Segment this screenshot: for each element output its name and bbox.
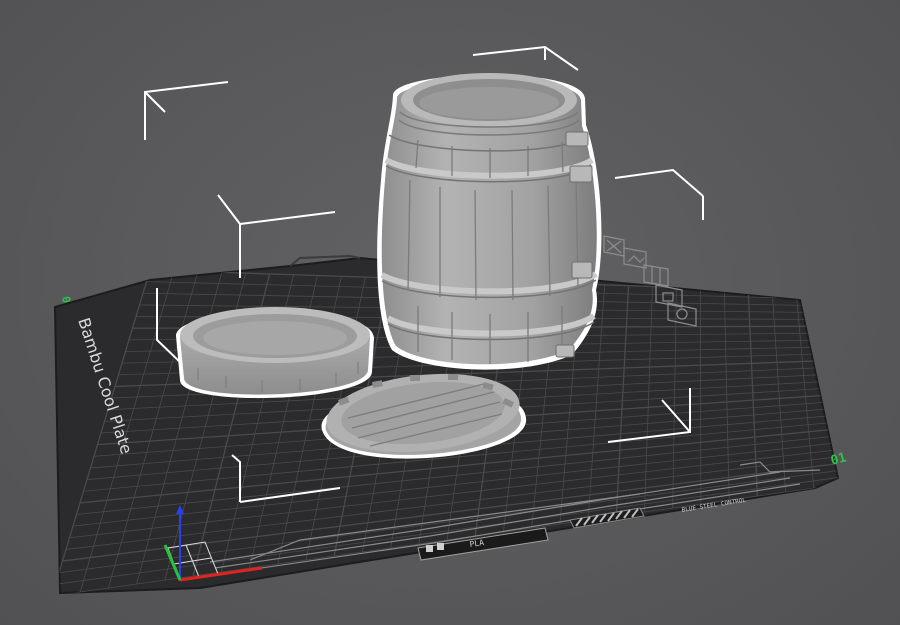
lid-object[interactable] bbox=[176, 307, 374, 399]
3d-viewport[interactable]: PLA BLUE STEEL CONTROL Bambu Cool Plate … bbox=[0, 0, 900, 625]
grid-icon bbox=[643, 264, 669, 287]
close-icon bbox=[603, 235, 625, 257]
corner-number-right: 01 bbox=[829, 450, 848, 469]
scene-canvas[interactable]: PLA BLUE STEEL CONTROL Bambu Cool Plate … bbox=[0, 0, 900, 625]
image-icon bbox=[623, 247, 647, 269]
barrel-object[interactable] bbox=[377, 73, 602, 370]
